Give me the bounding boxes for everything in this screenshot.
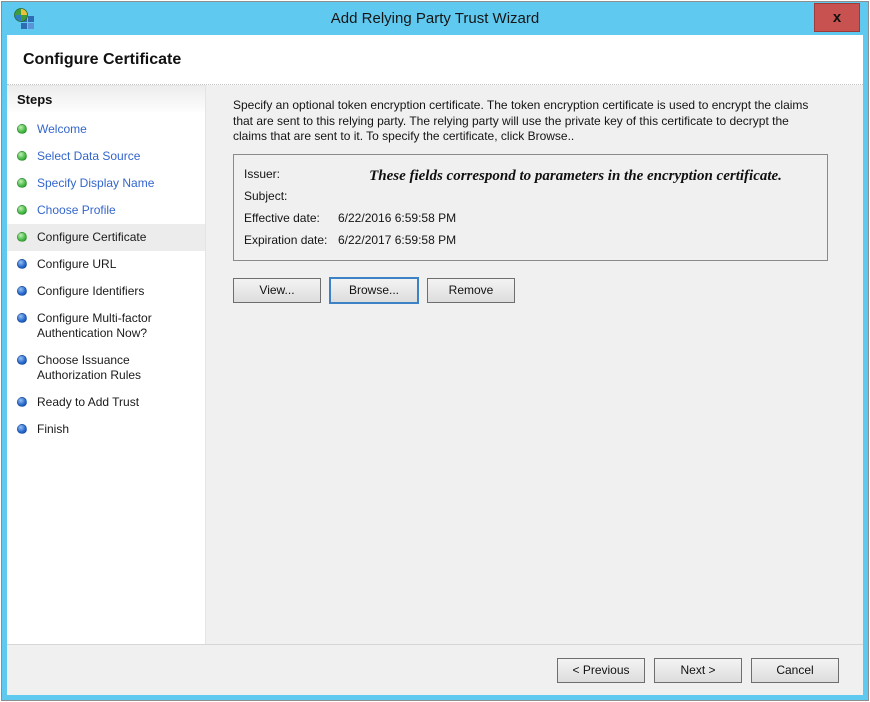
wizard-dialog: Add Relying Party Trust Wizard x Configu…	[1, 1, 869, 701]
step-status-icon	[17, 424, 27, 434]
sidebar-item-welcome[interactable]: Welcome	[7, 116, 205, 143]
certificate-buttons-row: View... Browse... Remove	[233, 278, 833, 303]
sidebar-item-configure-certificate[interactable]: Configure Certificate	[7, 224, 205, 251]
sidebar-item-choose-profile[interactable]: Choose Profile	[7, 197, 205, 224]
sidebar-item-ready-to-add-trust: Ready to Add Trust	[7, 389, 205, 416]
certificate-details-box: Issuer: Subject: Effective date: 6/22/20…	[233, 154, 828, 261]
previous-button[interactable]: < Previous	[557, 658, 645, 683]
steps-list: Welcome Select Data Source Specify Displ…	[7, 116, 205, 443]
browse-button[interactable]: Browse...	[330, 278, 418, 303]
step-status-icon	[17, 151, 27, 161]
sidebar-item-choose-issuance-rules: Choose Issuance Authorization Rules	[7, 347, 205, 389]
page-title: Configure Certificate	[23, 51, 181, 69]
page-description: Specify an optional token encryption cer…	[233, 98, 825, 145]
cancel-button[interactable]: Cancel	[751, 658, 839, 683]
sidebar-item-select-data-source[interactable]: Select Data Source	[7, 143, 205, 170]
cert-field-issuer: Issuer:	[244, 163, 817, 185]
sidebar-item-finish: Finish	[7, 416, 205, 443]
step-status-icon	[17, 355, 27, 365]
cert-field-subject: Subject:	[244, 185, 817, 207]
view-button[interactable]: View...	[233, 278, 321, 303]
step-status-icon	[17, 205, 27, 215]
step-status-icon	[17, 286, 27, 296]
step-status-icon	[17, 259, 27, 269]
cert-field-effective-date: Effective date: 6/22/2016 6:59:58 PM	[244, 207, 817, 229]
step-status-icon	[17, 313, 27, 323]
titlebar: Add Relying Party Trust Wizard x	[7, 2, 863, 35]
dialog-body: Configure Certificate Steps Welcome Sele…	[7, 35, 863, 695]
next-button[interactable]: Next >	[654, 658, 742, 683]
step-status-icon	[17, 397, 27, 407]
step-status-icon	[17, 124, 27, 134]
cert-field-expiration-date: Expiration date: 6/22/2017 6:59:58 PM	[244, 229, 817, 251]
step-status-icon	[17, 178, 27, 188]
steps-header: Steps	[7, 85, 205, 112]
window-title: Add Relying Party Trust Wizard	[7, 10, 863, 27]
sidebar-item-configure-url: Configure URL	[7, 251, 205, 278]
remove-button[interactable]: Remove	[427, 278, 515, 303]
sidebar-item-configure-mfa: Configure Multi-factor Authentication No…	[7, 305, 205, 347]
sidebar-item-configure-identifiers: Configure Identifiers	[7, 278, 205, 305]
heading-band: Configure Certificate	[7, 35, 863, 85]
main-pane: Specify an optional token encryption cer…	[206, 85, 863, 644]
close-button[interactable]: x	[814, 3, 860, 32]
sidebar-item-specify-display-name[interactable]: Specify Display Name	[7, 170, 205, 197]
steps-sidebar: Steps Welcome Select Data Source Specify…	[7, 85, 206, 644]
step-status-icon	[17, 232, 27, 242]
wizard-footer: < Previous Next > Cancel	[7, 644, 863, 695]
